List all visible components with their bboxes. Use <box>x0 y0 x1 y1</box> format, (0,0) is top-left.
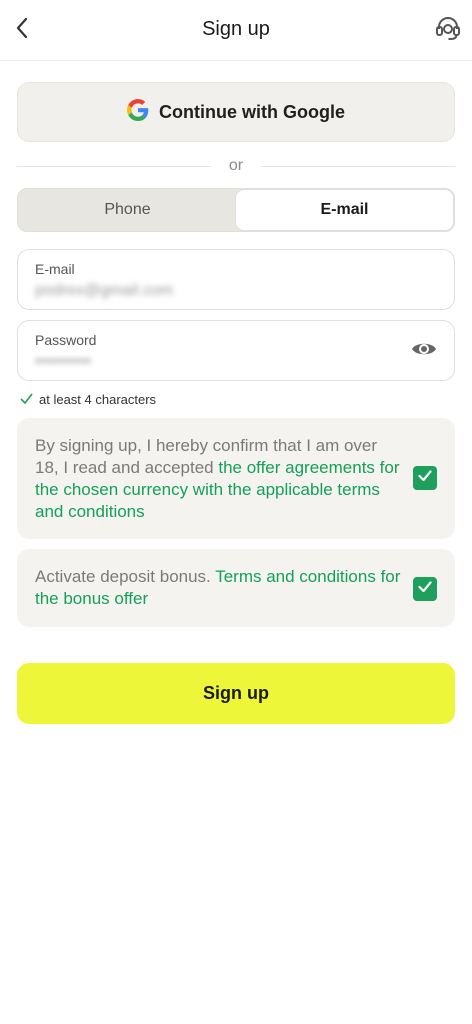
page-title: Sign up <box>202 18 270 40</box>
email-field-value[interactable]: podrex@gmail.com <box>35 282 173 300</box>
support-button[interactable] <box>432 14 464 46</box>
or-divider: or <box>17 156 456 176</box>
password-field[interactable]: Password •••••••••• <box>17 320 455 381</box>
checkmark-icon <box>418 469 432 487</box>
headset-support-icon <box>434 14 462 47</box>
google-icon <box>127 98 149 126</box>
divider-line-left <box>17 165 211 167</box>
divider-text: or <box>228 157 244 174</box>
bonus-checkbox[interactable] <box>413 577 437 601</box>
continue-with-google-button[interactable]: Continue with Google <box>17 82 455 142</box>
signup-method-tabs: Phone E-mail <box>17 188 455 232</box>
email-field-label: E-mail <box>35 261 75 277</box>
bonus-consent-card: Activate deposit bonus. Terms and condit… <box>17 549 455 627</box>
terms-consent-text: By signing up, I hereby confirm that I a… <box>35 435 405 523</box>
tab-phone[interactable]: Phone <box>18 189 237 231</box>
show-password-button[interactable] <box>410 340 438 362</box>
tab-email[interactable]: E-mail <box>235 189 454 231</box>
signup-button[interactable]: Sign up <box>17 663 455 724</box>
checkmark-icon <box>418 580 432 598</box>
terms-consent-card: By signing up, I hereby confirm that I a… <box>17 418 455 539</box>
email-field[interactable]: E-mail podrex@gmail.com <box>17 249 455 310</box>
password-hint: at least 4 characters <box>20 392 156 407</box>
divider-line-right <box>261 165 456 167</box>
check-icon <box>20 392 33 407</box>
google-button-label: Continue with Google <box>159 101 345 122</box>
bonus-consent-plain: Activate deposit bonus. <box>35 567 216 586</box>
eye-icon <box>411 340 437 363</box>
bonus-consent-text: Activate deposit bonus. Terms and condit… <box>35 566 405 610</box>
password-field-value[interactable]: •••••••••• <box>35 353 91 371</box>
password-hint-text: at least 4 characters <box>39 392 157 407</box>
terms-checkbox[interactable] <box>413 466 437 490</box>
password-field-label: Password <box>35 332 97 348</box>
header-bar: Sign up <box>0 0 472 61</box>
